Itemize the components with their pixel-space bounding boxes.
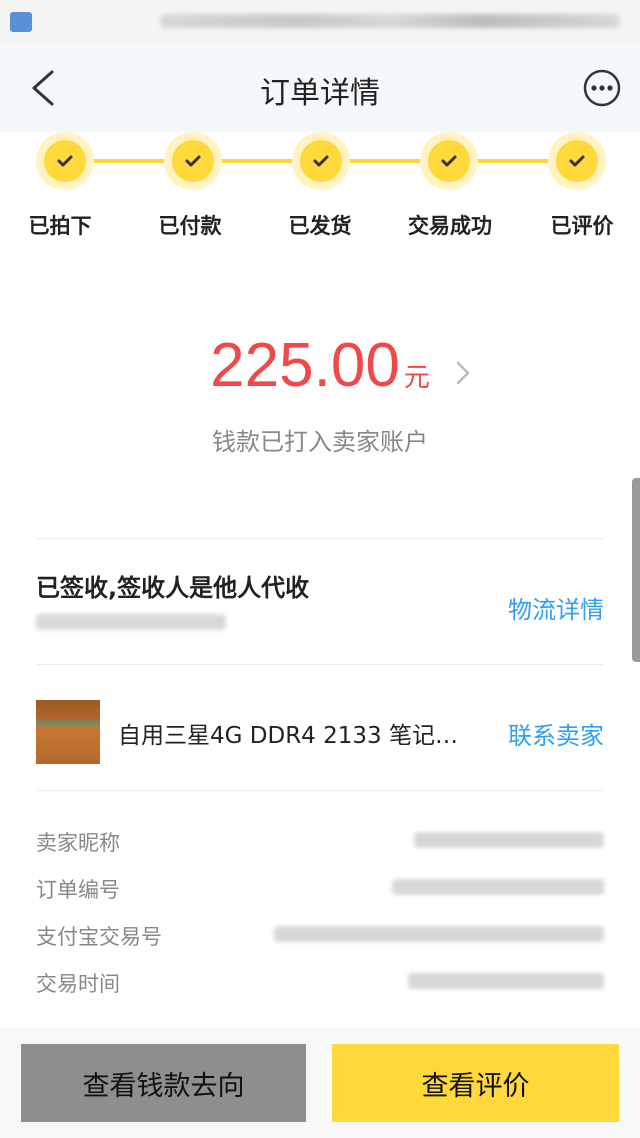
check-icon bbox=[441, 155, 457, 167]
divider bbox=[36, 664, 604, 665]
step-label-shipped: 已发货 bbox=[288, 214, 352, 238]
progress-line bbox=[478, 159, 548, 163]
check-icon bbox=[313, 155, 329, 167]
scrollbar[interactable] bbox=[632, 478, 640, 662]
step-label-placed: 已拍下 bbox=[28, 214, 92, 238]
step-node bbox=[420, 132, 478, 190]
progress-line bbox=[222, 159, 292, 163]
bottom-action-bar: 查看钱款去向 查看评价 bbox=[0, 1028, 640, 1138]
step-label-completed: 交易成功 bbox=[408, 214, 492, 238]
nav-bar: 订单详情 bbox=[0, 44, 640, 132]
step-node bbox=[164, 132, 222, 190]
order-progress: 已拍下 已付款 已发货 交易成功 已评价 bbox=[0, 132, 640, 252]
chevron-right-icon bbox=[456, 361, 470, 385]
logistics-detail-link[interactable]: 物流详情 bbox=[508, 590, 604, 625]
step-label-paid: 已付款 bbox=[158, 214, 222, 238]
alipay-number-label: 支付宝交易号 bbox=[36, 925, 162, 949]
status-indicators-blurred bbox=[160, 14, 620, 28]
logistics-status: 已签收,签收人是他人代收 bbox=[36, 574, 310, 602]
logistics-time-blurred bbox=[36, 614, 226, 630]
check-icon bbox=[57, 155, 73, 167]
product-title[interactable]: 自用三星4G DDR4 2133 笔记本… bbox=[118, 716, 478, 750]
order-number-label: 订单编号 bbox=[36, 878, 120, 902]
payment-unit: 元 bbox=[403, 363, 430, 393]
seller-nickname-blurred bbox=[414, 832, 604, 848]
divider bbox=[36, 538, 604, 539]
payment-status: 钱款已打入卖家账户 bbox=[212, 428, 428, 456]
order-number-blurred bbox=[392, 879, 604, 895]
more-button[interactable] bbox=[582, 68, 622, 108]
product-thumbnail[interactable] bbox=[36, 700, 100, 764]
progress-line bbox=[350, 159, 420, 163]
step-node bbox=[292, 132, 350, 190]
progress-line bbox=[94, 159, 164, 163]
check-icon bbox=[185, 155, 201, 167]
step-node bbox=[36, 132, 94, 190]
trade-time-blurred bbox=[408, 973, 604, 989]
check-icon bbox=[569, 155, 585, 167]
divider bbox=[36, 790, 604, 791]
view-money-flow-button[interactable]: 查看钱款去向 bbox=[21, 1044, 306, 1122]
view-review-button[interactable]: 查看评价 bbox=[332, 1044, 619, 1122]
page-title: 订单详情 bbox=[260, 76, 380, 111]
trade-time-label: 交易时间 bbox=[36, 972, 120, 996]
more-dots-icon bbox=[583, 69, 621, 107]
alipay-number-blurred bbox=[274, 926, 604, 942]
payment-amount-row[interactable]: 225.00 元 bbox=[0, 330, 640, 401]
status-bar bbox=[0, 0, 640, 44]
payment-amount: 225.00 bbox=[210, 331, 400, 400]
contact-seller-link[interactable]: 联系卖家 bbox=[508, 716, 604, 751]
step-node bbox=[548, 132, 606, 190]
app-notification-icon bbox=[10, 12, 32, 32]
step-label-reviewed: 已评价 bbox=[550, 214, 614, 238]
seller-nickname-label: 卖家昵称 bbox=[36, 831, 120, 855]
